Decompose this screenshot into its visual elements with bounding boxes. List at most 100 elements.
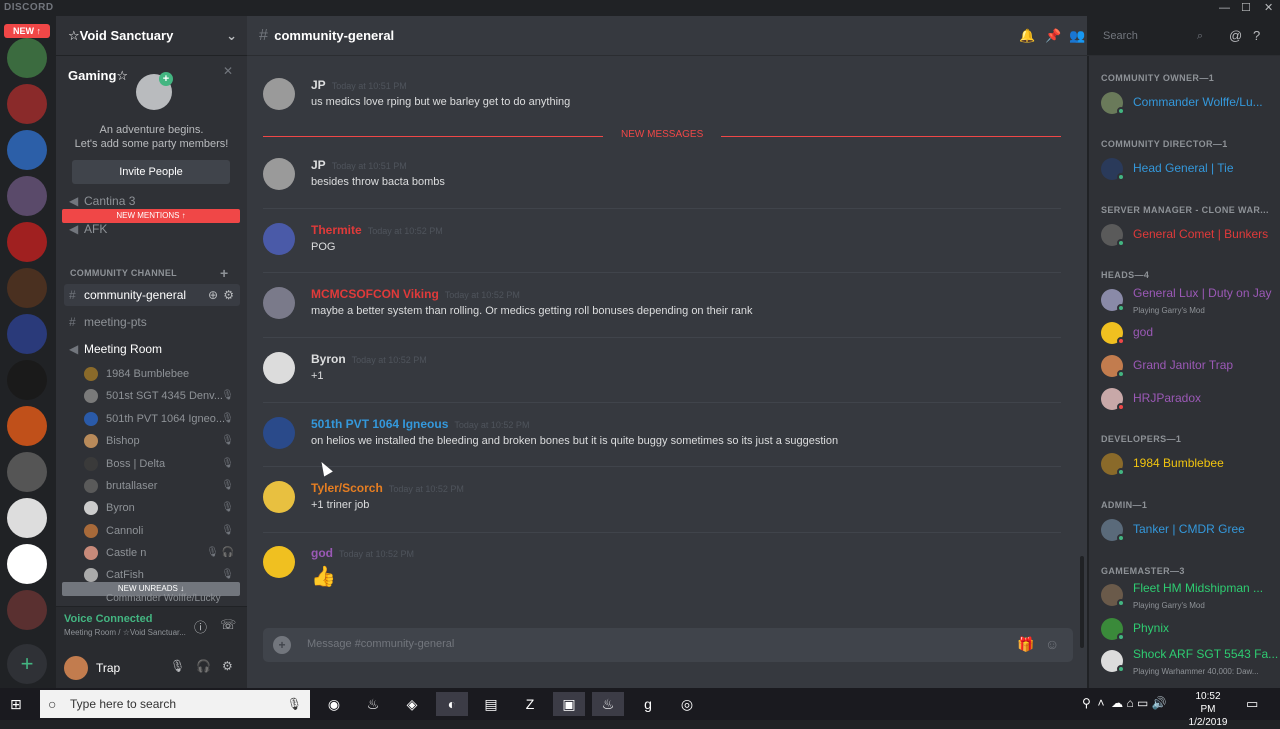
avatar[interactable] xyxy=(263,352,295,384)
category-community-channel[interactable]: COMMUNITY CHANNEL + xyxy=(70,265,240,281)
member[interactable]: General Lux | Duty on Jay Playing Garry's… xyxy=(1101,284,1277,316)
folder-icon[interactable]: ▤ xyxy=(475,692,507,716)
close-window-button[interactable]: ✕ xyxy=(1264,1,1273,15)
scrollbar[interactable] xyxy=(1080,556,1084,648)
member[interactable]: Tanker | CMDR Gree xyxy=(1101,514,1277,546)
member[interactable]: 1984 Bumblebee xyxy=(1101,448,1277,480)
server-icon[interactable] xyxy=(7,360,47,400)
add-channel-icon[interactable]: + xyxy=(220,265,228,281)
channel-cantina[interactable]: ◀ Cantina 3 xyxy=(64,194,240,208)
emoji-icon[interactable]: ☺ xyxy=(1045,636,1059,652)
headphones-icon[interactable]: 🎧 xyxy=(196,659,211,673)
author[interactable]: JP Today at 10:51 PM xyxy=(311,158,407,172)
help-icon[interactable]: ? xyxy=(1253,16,1260,56)
avatar[interactable] xyxy=(263,78,295,110)
voice-channel-meeting-room[interactable]: ◀ Meeting Room xyxy=(64,338,240,360)
voice-user[interactable]: CatFish 🎙 xyxy=(84,564,240,582)
avatar[interactable] xyxy=(263,287,295,319)
server-icon[interactable] xyxy=(7,406,47,446)
server-icon[interactable] xyxy=(7,452,47,492)
member[interactable]: Commander Wolffe/Lu... xyxy=(1101,87,1277,119)
author[interactable]: Thermite Today at 10:52 PM xyxy=(311,223,443,237)
server-icon[interactable] xyxy=(7,498,47,538)
filezilla-icon[interactable]: Z xyxy=(514,692,546,716)
pin-icon[interactable]: 📌 xyxy=(1045,16,1061,56)
notification-icon[interactable]: ▭ xyxy=(1246,696,1258,712)
member[interactable]: Head General | Tie xyxy=(1101,153,1277,185)
info-icon[interactable]: ⓘ xyxy=(194,617,207,636)
taskbar-search-input[interactable]: ○ Type here to search 🎙 xyxy=(40,690,310,718)
maximize-button[interactable]: ☐ xyxy=(1241,1,1251,15)
steam-icon[interactable]: ♨ xyxy=(357,692,389,716)
app-icon[interactable]: g xyxy=(632,692,664,716)
clock[interactable]: 10:52 PM 1/2/2019 xyxy=(1188,690,1228,729)
app-icon[interactable]: ▣ xyxy=(553,692,585,716)
avatar[interactable] xyxy=(263,417,295,449)
voice-user[interactable]: Bishop 🎙 xyxy=(84,430,240,452)
member[interactable]: Shock ARF SGT 5543 Fa... Playing Warhamme… xyxy=(1101,645,1278,677)
server-icon[interactable] xyxy=(7,222,47,262)
search-input[interactable]: Search ⌕ xyxy=(1097,25,1209,47)
system-tray[interactable]: ⚲ ˄ ☁ ⌂ ▭ 🔊 xyxy=(1082,696,1167,710)
server-icon[interactable] xyxy=(7,176,47,216)
voice-user[interactable]: Boss | Delta 🎙 xyxy=(84,453,240,475)
disconnect-icon[interactable]: ☏ xyxy=(220,617,236,633)
members-icon[interactable]: 👥 xyxy=(1069,16,1085,56)
member[interactable]: god xyxy=(1101,317,1277,349)
avatar[interactable] xyxy=(263,481,295,513)
minimize-button[interactable]: — xyxy=(1219,1,1230,15)
voice-user[interactable]: Cannoli 🎙 xyxy=(84,520,240,542)
server-icon[interactable] xyxy=(7,314,47,354)
channel-afk[interactable]: ◀ AFK xyxy=(64,218,240,240)
server-icon[interactable] xyxy=(7,590,47,630)
author[interactable]: MCMCSOFCON Viking Today at 10:52 PM xyxy=(311,287,520,301)
gift-icon[interactable]: 🎁 xyxy=(1017,636,1034,653)
app-icon[interactable]: ◈ xyxy=(396,692,428,716)
bell-icon[interactable]: 🔔 xyxy=(1019,16,1035,56)
message-input[interactable]: + Message #community-general 🎁 ☺ xyxy=(263,628,1073,662)
server-icon[interactable] xyxy=(7,544,47,584)
voice-user[interactable]: Byron 🎙 xyxy=(84,497,240,519)
voice-user[interactable]: 501st SGT 4345 Denv... 🎙 xyxy=(84,385,240,407)
member[interactable]: Phynix xyxy=(1101,613,1277,645)
server-header[interactable]: ☆Void Sanctuary Gaming☆ ⌄ xyxy=(56,16,247,83)
gear-icon[interactable]: ⚙ xyxy=(223,284,234,306)
upload-icon[interactable]: + xyxy=(273,636,291,654)
voice-user[interactable]: Castle n 🎙 🎧 xyxy=(84,542,240,564)
server-icon[interactable] xyxy=(7,38,47,78)
voice-user[interactable]: 501th PVT 1064 Igneo... 🎙 xyxy=(84,408,240,430)
avatar[interactable] xyxy=(263,158,295,190)
new-badge[interactable]: NEW ↑ xyxy=(4,24,50,38)
invite-people-button[interactable]: Invite People xyxy=(72,160,230,184)
steam-icon[interactable]: ♨ xyxy=(592,692,624,716)
avatar[interactable] xyxy=(64,656,88,680)
member[interactable]: Fleet HM Midshipman ... Playing Garry's M… xyxy=(1101,579,1277,611)
windows-start-icon[interactable]: ⊞ xyxy=(10,696,22,713)
add-server-button[interactable]: + xyxy=(7,644,47,684)
discord-icon[interactable]: ◐ xyxy=(436,692,468,716)
voice-user[interactable]: brutallaser 🎙 xyxy=(84,475,240,497)
channel-community-general[interactable]: # community-general ⊕ ⚙ xyxy=(64,284,240,306)
author[interactable]: Byron Today at 10:52 PM xyxy=(311,352,427,366)
server-icon[interactable] xyxy=(7,130,47,170)
author[interactable]: god Today at 10:52 PM xyxy=(311,546,414,560)
microphone-icon[interactable]: 🎙 xyxy=(170,659,185,673)
add-member-icon[interactable]: ⊕ xyxy=(208,284,218,306)
channel-meeting-pts[interactable]: # meeting-pts xyxy=(64,311,240,333)
close-icon[interactable]: ✕ xyxy=(223,64,233,78)
author[interactable]: JP Today at 10:51 PM xyxy=(311,78,407,92)
author[interactable]: 501th PVT 1064 Igneous Today at 10:52 PM xyxy=(311,417,529,431)
mention-icon[interactable]: @ xyxy=(1229,16,1242,56)
chrome-icon[interactable]: ◉ xyxy=(318,692,350,716)
member[interactable]: General Comet | Bunkers xyxy=(1101,219,1277,251)
author[interactable]: Tyler/Scorch Today at 10:52 PM xyxy=(311,481,464,495)
server-icon[interactable] xyxy=(7,84,47,124)
avatar[interactable] xyxy=(263,223,295,255)
obs-icon[interactable]: ◎ xyxy=(671,692,703,716)
voice-user[interactable]: 1984 Bumblebee xyxy=(84,363,240,385)
gear-icon[interactable]: ⚙ xyxy=(222,659,233,673)
member[interactable]: Grand Janitor Trap xyxy=(1101,350,1277,382)
voice-user[interactable]: Commander Wolffe/Lucky xyxy=(84,592,240,606)
avatar[interactable] xyxy=(263,546,295,578)
member[interactable]: HRJParadox xyxy=(1101,383,1277,415)
